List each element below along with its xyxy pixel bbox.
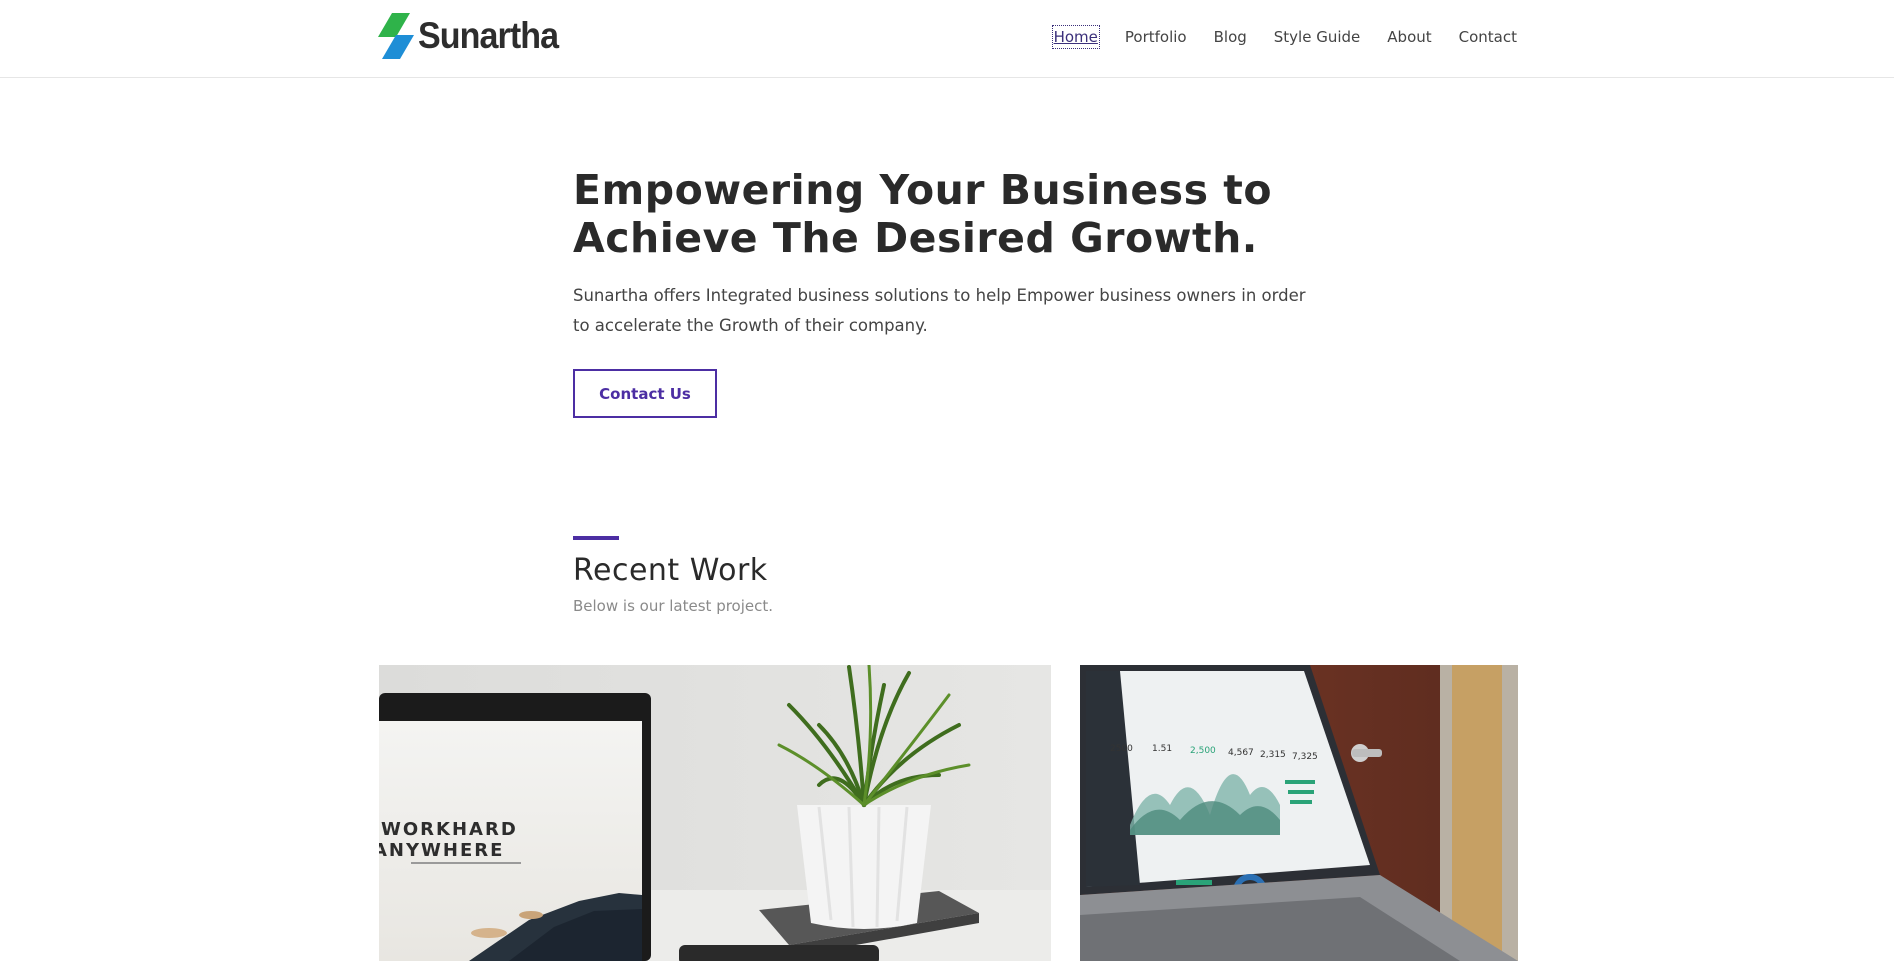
nav-home[interactable]: Home <box>1051 25 1100 49</box>
laptop-plant-illustration: WORKHARD ANYWHERE <box>379 665 1051 961</box>
section-divider <box>573 536 619 540</box>
main-nav: Home Portfolio Blog Style Guide About Co… <box>1051 25 1518 49</box>
dashboard-stat-3: 2,500 <box>1190 746 1216 756</box>
hero-title: Empowering Your Business to Achieve The … <box>573 166 1333 262</box>
recent-work-subtitle: Below is our latest project. <box>573 597 774 615</box>
logo-text: Sunartha <box>418 15 559 56</box>
hero-title-line2: Achieve The Desired Growth. <box>573 214 1258 262</box>
hero-description: Sunartha offers Integrated business solu… <box>573 286 1306 335</box>
project-image-laptop-plant[interactable]: WORKHARD ANYWHERE <box>379 665 1051 961</box>
dashboard-stat-6: 7,325 <box>1292 752 1318 762</box>
sunartha-logo-icon <box>378 13 414 59</box>
site-header: Sunartha Home Portfolio Blog Style Guide… <box>0 0 1894 78</box>
nav-contact[interactable]: Contact <box>1458 26 1518 48</box>
dashboard-stat-4: 4,567 <box>1228 748 1254 758</box>
hero-title-line1: Empowering Your Business to <box>573 166 1273 214</box>
laptop-screen-text-2: ANYWHERE <box>379 840 504 861</box>
contact-us-button[interactable]: Contact Us <box>573 369 717 418</box>
dashboard-stat-5: 2,315 <box>1260 750 1286 760</box>
dashboard-stat-1: 2500 <box>1110 744 1133 754</box>
laptop-dashboard-illustration: 2500 1.51 2,500 4,567 2,315 7,325 <box>1080 665 1518 961</box>
nav-about[interactable]: About <box>1386 26 1432 48</box>
site-logo[interactable]: Sunartha <box>378 12 570 60</box>
hero-section: Empowering Your Business to Achieve The … <box>573 166 1333 341</box>
dashboard-stat-2: 1.51 <box>1152 744 1172 754</box>
laptop-screen-text-1: WORKHARD <box>381 819 518 840</box>
nav-blog[interactable]: Blog <box>1213 26 1248 48</box>
nav-style-guide[interactable]: Style Guide <box>1273 26 1362 48</box>
nav-portfolio[interactable]: Portfolio <box>1124 26 1188 48</box>
recent-work-title: Recent Work <box>573 553 768 588</box>
project-image-laptop-dashboard[interactable]: 2500 1.51 2,500 4,567 2,315 7,325 <box>1080 665 1518 961</box>
